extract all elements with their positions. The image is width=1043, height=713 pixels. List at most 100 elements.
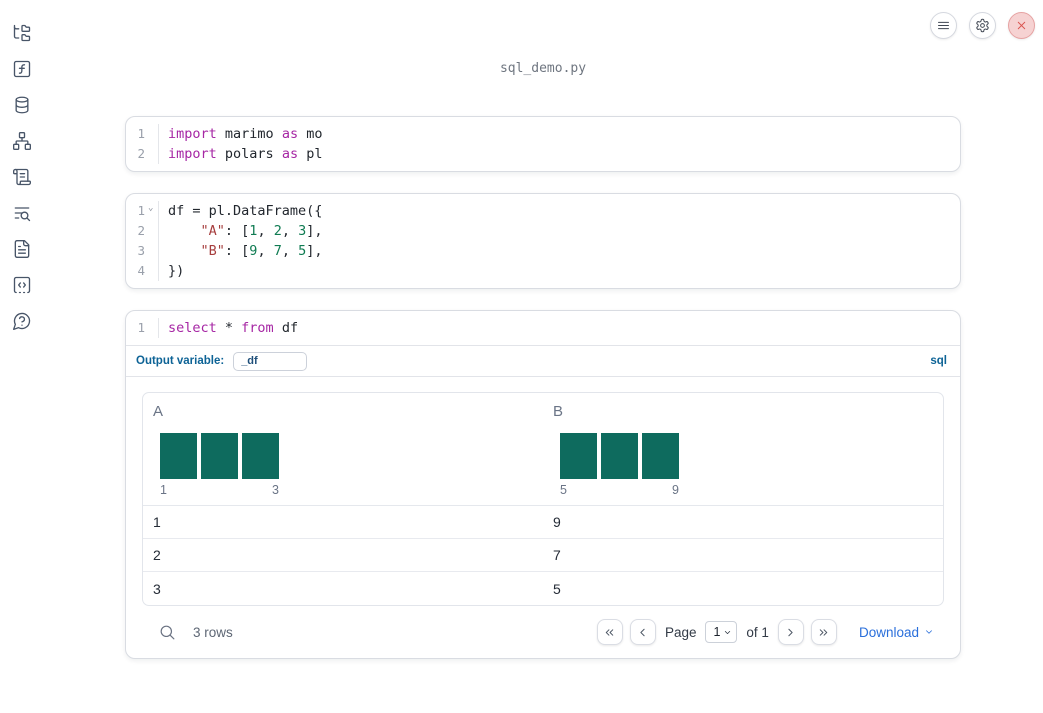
page-of-label: of 1 [746,624,769,640]
sidebar-item-snippets[interactable] [10,273,34,297]
sidebar-panel-switcher [0,0,44,713]
help-bubble-icon [13,312,31,330]
fold-slot [145,144,158,164]
sql-cell[interactable]: 1select * from df Output variable: sql A… [125,310,961,659]
sidebar-item-help[interactable] [10,309,34,333]
table-cell: 7 [553,547,561,563]
first-page-button[interactable] [596,619,623,645]
code-line[interactable]: 1 import marimo as mo [126,124,960,144]
table-cell: 5 [553,580,561,597]
line-gutter: 2 [126,221,159,241]
network-icon [13,132,32,150]
row-count-label: 3 rows [193,624,233,640]
scroll-icon [13,168,32,186]
fold-slot [145,241,158,261]
code-cell-imports[interactable]: 1 import marimo as mo 2 import polars as pl [125,116,961,172]
chevrons-right-icon [820,628,828,636]
output-variable-input[interactable] [233,351,308,371]
table-row[interactable]: 19 [143,506,943,539]
code-cell-dataframe[interactable]: 1df = pl.DataFrame({2 "A": [1, 2, 3],3 "… [125,193,961,289]
table-footer: 3 rows Page 1 of 1 Download [142,606,944,658]
column-header-b[interactable]: B 59 [543,393,943,505]
cell-output: A13B59 192735 3 rows Page 1 of 1 Downloa… [126,376,960,658]
fold-slot [145,221,158,241]
chevron-left-icon [640,628,646,636]
fold-slot [145,261,158,281]
sidebar-item-logs[interactable] [10,165,34,189]
notebook: sql_demo.py 1 import marimo as mo 2 import … [125,0,961,659]
notebook-filename: sql_demo.py [499,61,587,76]
shutdown-button[interactable] [1008,12,1035,39]
sql-options-bar: Output variable: sql [126,345,960,376]
column-name: B [553,403,564,420]
code-box-icon [13,276,31,294]
close-icon [1017,21,1026,30]
line-gutter: 3 [126,241,159,261]
code-editor[interactable]: 1df = pl.DataFrame({2 "A": [1, 2, 3],3 "… [126,194,960,288]
settings-button[interactable] [969,12,996,39]
dataframe-table: A13B59 192735 [142,392,944,606]
table-cell: 9 [553,514,561,530]
chevron-right-icon [788,628,794,636]
histogram-bar [560,433,597,479]
table-cell: 1 [153,514,161,530]
column-header-a[interactable]: A 13 [143,393,543,505]
histogram-bar [201,433,238,479]
code-line[interactable]: 2 import polars as pl [126,144,960,164]
pagination: Page 1 of 1 [596,619,837,645]
prev-page-button[interactable] [629,619,656,645]
chevron-down-icon [926,630,932,634]
column-histogram [153,433,533,479]
fold-slot [145,318,158,338]
histogram-bar [242,433,279,479]
code-editor[interactable]: 1 import marimo as mo 2 import polars as pl [126,117,960,171]
function-square-icon [13,60,31,78]
line-gutter: 1 [126,124,159,144]
page-label: Page [664,624,697,640]
folder-tree-icon [13,24,31,42]
chevrons-left-icon [606,628,614,636]
histogram-bar [601,433,638,479]
sidebar-item-documentation[interactable] [10,237,34,261]
page-select-value: 1 [713,625,721,639]
line-gutter: 1 [126,318,159,338]
sql-editor[interactable]: 1 select * from df [126,311,960,345]
page-select[interactable]: 1 [705,621,738,643]
histogram-bar [160,433,197,479]
code-line[interactable]: 1 select * from df [126,318,960,338]
table-search-button[interactable] [158,623,177,642]
table-row[interactable]: 35 [143,572,943,605]
database-icon [15,96,29,114]
histogram-range-labels: 13 [160,483,279,497]
sql-language-badge[interactable]: sql [930,355,950,367]
table-cell: 2 [153,547,161,563]
table-row[interactable]: 27 [143,539,943,572]
output-variable-label: Output variable: [136,355,225,367]
sidebar-item-variables[interactable] [10,57,34,81]
table-body: 192735 [143,506,943,605]
column-name: A [153,403,164,420]
caret-down-icon [725,630,731,634]
code-line[interactable]: 2 "A": [1, 2, 3], [126,221,960,241]
sidebar-item-datasources[interactable] [10,93,34,117]
last-page-button[interactable] [810,619,837,645]
line-gutter: 2 [126,144,159,164]
code-line[interactable]: 3 "B": [9, 7, 5], [126,241,960,261]
next-page-button[interactable] [777,619,804,645]
file-text-icon [14,240,30,258]
list-search-icon [14,207,31,222]
fold-slot [145,124,158,144]
sidebar-item-table-of-contents[interactable] [10,201,34,225]
download-label: Download [858,624,919,640]
fold-chevron-icon[interactable] [145,198,158,221]
histogram-bar [642,433,679,479]
sidebar-item-dependency-graph[interactable] [10,129,34,153]
line-gutter: 4 [126,261,159,281]
sidebar-item-file-explorer[interactable] [10,21,34,45]
code-line[interactable]: 4}) [126,261,960,281]
table-header-row: A 13 B 59 [143,393,943,506]
code-line[interactable]: 1df = pl.DataFrame({ [126,198,960,221]
gear-icon [976,18,989,33]
column-histogram [553,433,933,479]
download-button[interactable]: Download [859,625,934,640]
